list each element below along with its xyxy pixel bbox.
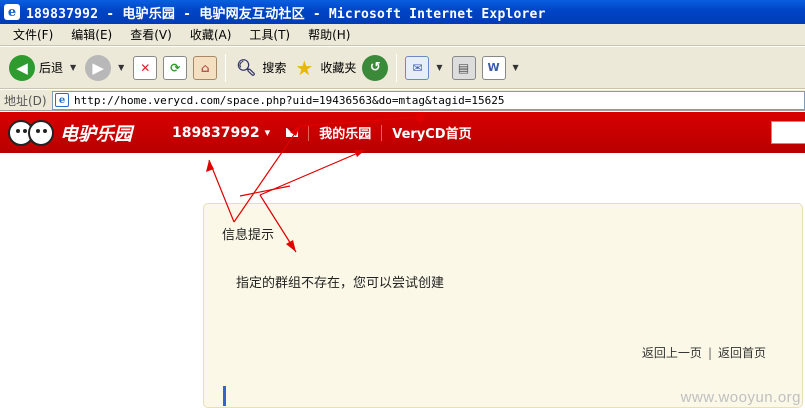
page-icon: e <box>55 93 69 107</box>
home-icon: ⌂ <box>193 55 218 80</box>
address-input[interactable]: e http://home.verycd.com/space.php?uid=1… <box>52 90 805 110</box>
header-search-input[interactable] <box>771 121 805 144</box>
address-bar: 地址(D) e http://home.verycd.com/space.php… <box>0 90 805 111</box>
back-link[interactable]: 返回上一页 <box>642 346 702 360</box>
back-dropdown-icon[interactable]: ▼ <box>70 63 76 72</box>
info-links: 返回上一页 | 返回首页 <box>642 344 766 361</box>
home-link[interactable]: 返回首页 <box>718 346 766 360</box>
refresh-button[interactable]: ⟳ <box>160 51 190 85</box>
blue-marker <box>223 386 226 406</box>
mail-dropdown-icon[interactable]: ▼ <box>436 63 442 72</box>
link-separator: | <box>707 346 712 360</box>
forward-arrow-icon: ▶ <box>85 54 112 81</box>
back-arrow-icon: ◀ <box>9 54 35 81</box>
site-header: 电驴乐园 189837992 ▾ 我的乐园 VeryCD首页 <box>0 112 805 153</box>
toolbar-separator <box>225 53 227 82</box>
nav-verycd-home[interactable]: VeryCD首页 <box>392 123 471 142</box>
search-label: 搜索 <box>262 61 287 75</box>
menu-favorites[interactable]: 收藏(A) <box>181 26 241 43</box>
info-title: 信息提示 <box>222 228 275 243</box>
nav-my-home[interactable]: 我的乐园 <box>319 123 371 142</box>
word-icon: W <box>481 55 506 80</box>
donkey-mascot-icon <box>28 119 54 146</box>
search-button[interactable]: 🔍︎ 搜索 <box>231 51 289 85</box>
watermark: www.wooyun.org <box>680 389 801 406</box>
favorites-button[interactable]: ★ 收藏夹 <box>289 51 359 85</box>
ie-logo-icon: e <box>4 4 20 20</box>
print-button[interactable]: ▤ <box>449 51 479 85</box>
refresh-icon: ⟳ <box>163 55 188 80</box>
back-button[interactable]: ◀ 后退 <box>6 51 66 85</box>
menu-view[interactable]: 查看(V) <box>121 26 181 43</box>
menu-bar: 文件(F) 编辑(E) 查看(V) 收藏(A) 工具(T) 帮助(H) <box>0 24 805 46</box>
home-button[interactable]: ⌂ <box>190 51 220 85</box>
user-menu[interactable]: 189837992 <box>172 125 260 141</box>
chevron-down-icon[interactable]: ▾ <box>265 126 271 139</box>
history-button[interactable]: ↺ <box>359 51 391 85</box>
logo-text: 电驴乐园 <box>60 123 132 145</box>
printer-icon: ▤ <box>451 55 476 80</box>
star-icon: ★ <box>295 55 314 80</box>
stop-icon: ✕ <box>133 55 158 80</box>
history-icon: ↺ <box>362 54 389 81</box>
info-message: 指定的群组不存在，您可以尝试创建 <box>236 276 445 291</box>
mail-button[interactable]: ✉ <box>402 51 432 85</box>
menu-edit[interactable]: 编辑(E) <box>62 26 121 43</box>
mail-icon: ✉ <box>405 55 430 80</box>
edit-button[interactable]: W <box>479 51 509 85</box>
forward-dropdown-icon[interactable]: ▼ <box>118 63 124 72</box>
back-label: 后退 <box>39 61 64 75</box>
search-icon: 🔍︎ <box>236 58 257 77</box>
page-content: 信息提示 指定的群组不存在，您可以尝试创建 返回上一页 | 返回首页 www.woo… <box>0 153 805 408</box>
menu-help[interactable]: 帮助(H) <box>299 26 359 43</box>
nav-separator <box>308 124 310 141</box>
stop-button[interactable]: ✕ <box>130 51 160 85</box>
message-icon[interactable] <box>286 128 299 137</box>
forward-button[interactable]: ▶ <box>82 51 114 85</box>
address-label: 地址(D) <box>4 93 47 108</box>
window-title-bar: e 189837992 - 电驴乐园 - 电驴网友互动社区 - Microsof… <box>0 0 805 24</box>
nav-separator <box>381 124 383 141</box>
browser-toolbar: ◀ 后退 ▼ ▶ ▼ ✕ ⟳ ⌂ 🔍︎ 搜索 ★ 收藏夹 ↺ ✉ ▼ ▤ W ▼ <box>0 47 805 89</box>
menu-file[interactable]: 文件(F) <box>4 26 62 43</box>
menu-tools[interactable]: 工具(T) <box>240 26 299 43</box>
site-logo[interactable]: 电驴乐园 <box>8 119 168 146</box>
favorites-label: 收藏夹 <box>320 61 357 75</box>
toolbar-separator <box>396 53 398 82</box>
address-url[interactable]: http://home.verycd.com/space.php?uid=194… <box>74 94 504 107</box>
info-message-box: 信息提示 指定的群组不存在，您可以尝试创建 返回上一页 | 返回首页 <box>203 203 803 408</box>
edit-dropdown-icon[interactable]: ▼ <box>513 63 519 72</box>
window-title: 189837992 - 电驴乐园 - 电驴网友互动社区 - Microsoft … <box>26 6 546 22</box>
